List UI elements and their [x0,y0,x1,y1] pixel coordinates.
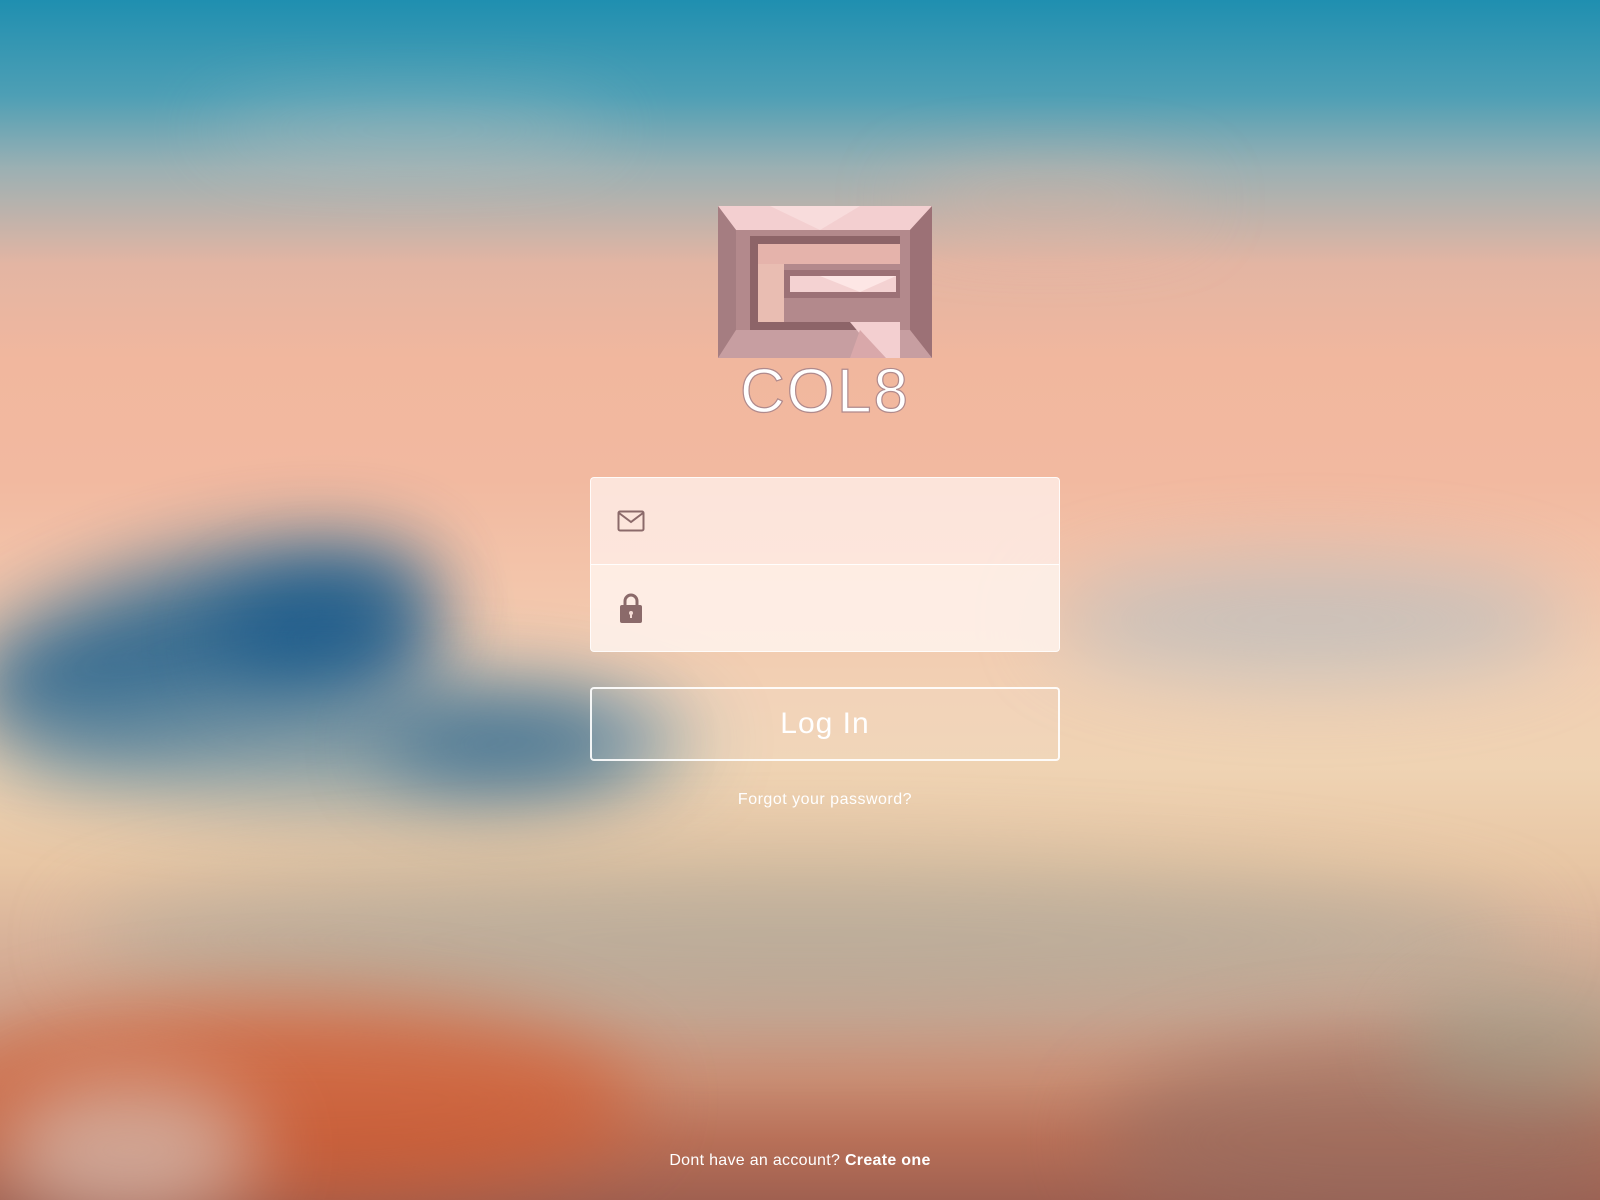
credentials-fields [590,477,1060,652]
login-form: Log In Forgot your password? [590,477,1060,809]
email-row [591,478,1059,564]
email-input[interactable] [665,490,1039,552]
login-button[interactable]: Log In [590,687,1060,761]
forgot-password-link[interactable]: Forgot your password? [590,791,1060,809]
signup-prompt-text: Dont have an account? [669,1152,841,1169]
col8-logo: COL8 [710,200,940,430]
logo-wordmark: COL8 [740,357,910,426]
lock-icon [617,593,645,623]
password-input[interactable] [665,577,1039,639]
login-screen: COL8 Log In Forgot your password? Dont h… [0,0,1600,1200]
password-row [591,564,1059,651]
create-account-link[interactable]: Create one [845,1152,931,1169]
logo-emblem: COL8 [718,206,932,427]
envelope-icon [617,507,645,535]
signup-prompt: Dont have an account? Create one [0,1152,1600,1170]
